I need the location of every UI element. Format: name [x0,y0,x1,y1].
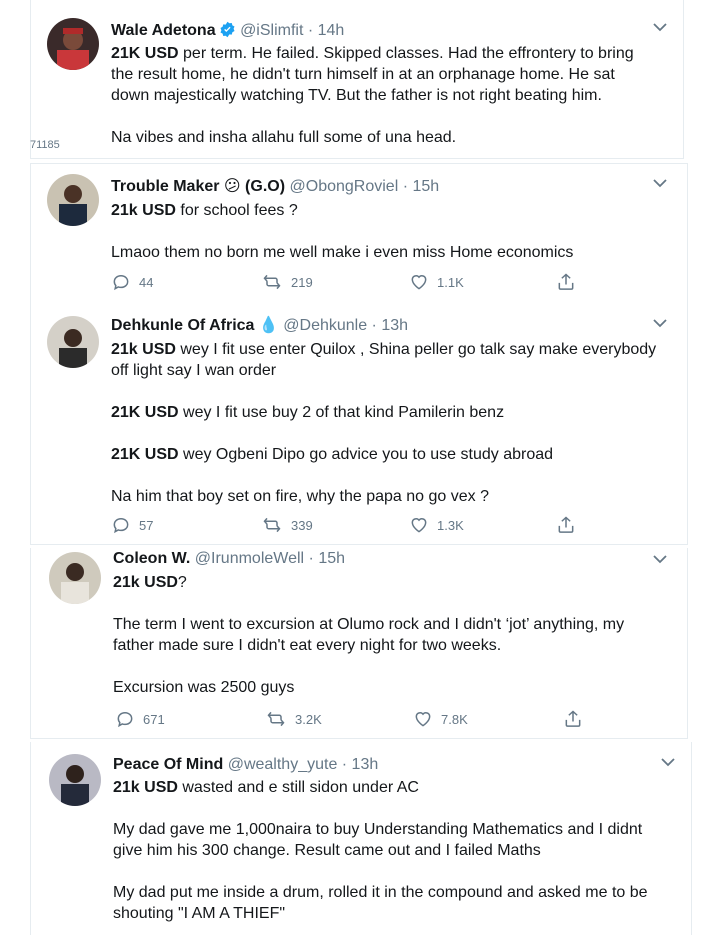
share-button[interactable] [556,272,576,292]
retweet-count: 219 [291,274,313,290]
tweet-line: Excursion was 2500 guys [113,679,295,696]
tweet-actions: 44 219 1.1K [111,272,611,294]
reply-icon [113,517,129,534]
like-button[interactable]: 1.3K [409,515,464,535]
display-name[interactable]: Peace Of Mind [113,756,223,773]
tweet-header: Peace Of Mind @wealthy_yute · 13h [113,755,378,775]
tweet-1[interactable]: Wale Adetona @iSlimfit · 14h 21K USD per… [30,0,684,159]
like-count: 1.1K [437,274,464,290]
share-button[interactable] [563,709,583,729]
display-name[interactable]: Wale Adetona [111,22,216,39]
tweet-header: Coleon W. @IrunmoleWell · 15h [113,549,345,569]
retweet-count: 339 [291,517,313,533]
tweet-line: Lmaoo them no born me well make i even m… [111,244,574,261]
avatar[interactable] [49,754,101,806]
tweet-line: shouting "I AM A THIEF" [113,905,286,922]
tweet-text: 21k USD wasted and e still sidon under A… [113,777,688,924]
heart-icon [415,712,431,727]
tweet-line: 21K USD wey Ogbeni Dipo go advice you to… [111,446,554,463]
retweet-button[interactable]: 219 [261,272,313,292]
tweet-line: 21K USD per term. He failed. Skipped cla… [111,45,634,62]
tweet-line: Na vibes and insha allahu full some of u… [111,129,457,146]
like-count: 7.8K [441,711,468,727]
tweet-line: Na him that boy set on fire, why the pap… [111,488,489,505]
tweet-text: 21k USD for school fees ? Lmaoo them no … [111,200,676,263]
display-name[interactable]: Dehkunle Of Africa 💧 [111,317,279,334]
chevron-down-icon[interactable] [661,757,675,767]
retweet-icon [263,274,281,290]
tweet-5[interactable]: Peace Of Mind @wealthy_yute · 13h 21k US… [30,742,692,935]
tweet-line: 21k USD? [113,574,187,591]
reply-count: 44 [139,274,154,290]
handle-and-time: @IrunmoleWell · 15h [194,550,346,567]
retweet-icon [267,711,285,727]
tweet-actions: 671 3.2K 7.8K [115,709,615,731]
chevron-down-icon[interactable] [653,22,667,32]
tweet-line: off light say I wan order [111,362,277,379]
tweet-line: 21k USD wasted and e still sidon under A… [113,779,419,796]
share-button[interactable] [556,515,576,535]
avatar[interactable] [49,552,101,604]
handle-and-time: @ObongRoviel · 15h [289,178,440,195]
display-name[interactable]: Coleon W. [113,550,190,567]
handle-and-time: @iSlimfit · 14h [240,22,345,39]
reply-button[interactable]: 671 [115,709,165,729]
tweet-4[interactable]: Coleon W. @IrunmoleWell · 15h 21k USD? T… [30,548,688,739]
tweet-text: 21k USD? The term I went to excursion at… [113,572,683,698]
reply-count: 671 [143,711,165,727]
tweet-3[interactable]: Dehkunle Of Africa 💧 @Dehkunle · 13h 21k… [30,304,688,545]
heart-icon [411,275,427,290]
reply-icon [113,274,129,291]
share-icon [565,710,581,727]
like-button[interactable]: 7.8K [413,709,468,729]
reply-icon [117,711,133,728]
side-label: 71185 [30,139,60,151]
tweet-header: Dehkunle Of Africa 💧 @Dehkunle · 13h [111,316,408,336]
tweet-line: My dad gave me 1,000naira to buy Underst… [113,821,643,838]
like-count: 1.3K [437,517,464,533]
tweet-line: father made sure I didn't eat every nigh… [113,637,502,654]
tweet-header: Wale Adetona @iSlimfit · 14h [111,21,344,44]
share-icon [558,273,574,290]
reply-button[interactable]: 44 [111,272,153,292]
tweet-line: The term I went to excursion at Olumo ro… [113,616,625,633]
tweet-line: My dad put me inside a drum, rolled it i… [113,884,648,901]
handle-and-time: @wealthy_yute · 13h [227,756,379,773]
retweet-icon [263,517,281,533]
chevron-down-icon[interactable] [653,554,667,564]
like-button[interactable]: 1.1K [409,272,464,292]
tweet-line: down majestically watching TV. But the f… [111,87,602,104]
verified-icon [219,21,236,44]
tweet-line: give him his 300 change. Result came out… [113,842,541,859]
reply-count: 57 [139,517,154,533]
tweet-text: 21K USD per term. He failed. Skipped cla… [111,43,676,148]
retweet-button[interactable]: 3.2K [265,709,322,729]
reply-button[interactable]: 57 [111,515,153,535]
avatar[interactable] [47,174,99,226]
chevron-down-icon[interactable] [653,318,667,328]
tweet-line: 21k USD wey I fit use enter Quilox , Shi… [111,341,657,358]
tweet-text: 21k USD wey I fit use enter Quilox , Shi… [111,339,681,507]
heart-icon [411,518,427,533]
avatar[interactable] [47,18,99,70]
tweet-2[interactable]: Trouble Maker 😕 (G.O) @ObongRoviel · 15h… [30,163,688,305]
retweet-count: 3.2K [295,711,322,727]
tweet-actions: 57 339 1.3K [111,515,611,537]
chevron-down-icon[interactable] [653,178,667,188]
tweet-line: the result home, he didn't turn himself … [111,66,615,83]
tweet-line: 21k USD for school fees ? [111,202,298,219]
avatar[interactable] [47,316,99,368]
tweet-line: 21K USD wey I fit use buy 2 of that kind… [111,404,505,421]
share-icon [558,516,574,533]
handle-and-time: @Dehkunle · 13h [283,317,409,334]
tweet-header: Trouble Maker 😕 (G.O) @ObongRoviel · 15h [111,177,439,197]
display-name[interactable]: Trouble Maker 😕 (G.O) [111,178,285,195]
retweet-button[interactable]: 339 [261,515,313,535]
